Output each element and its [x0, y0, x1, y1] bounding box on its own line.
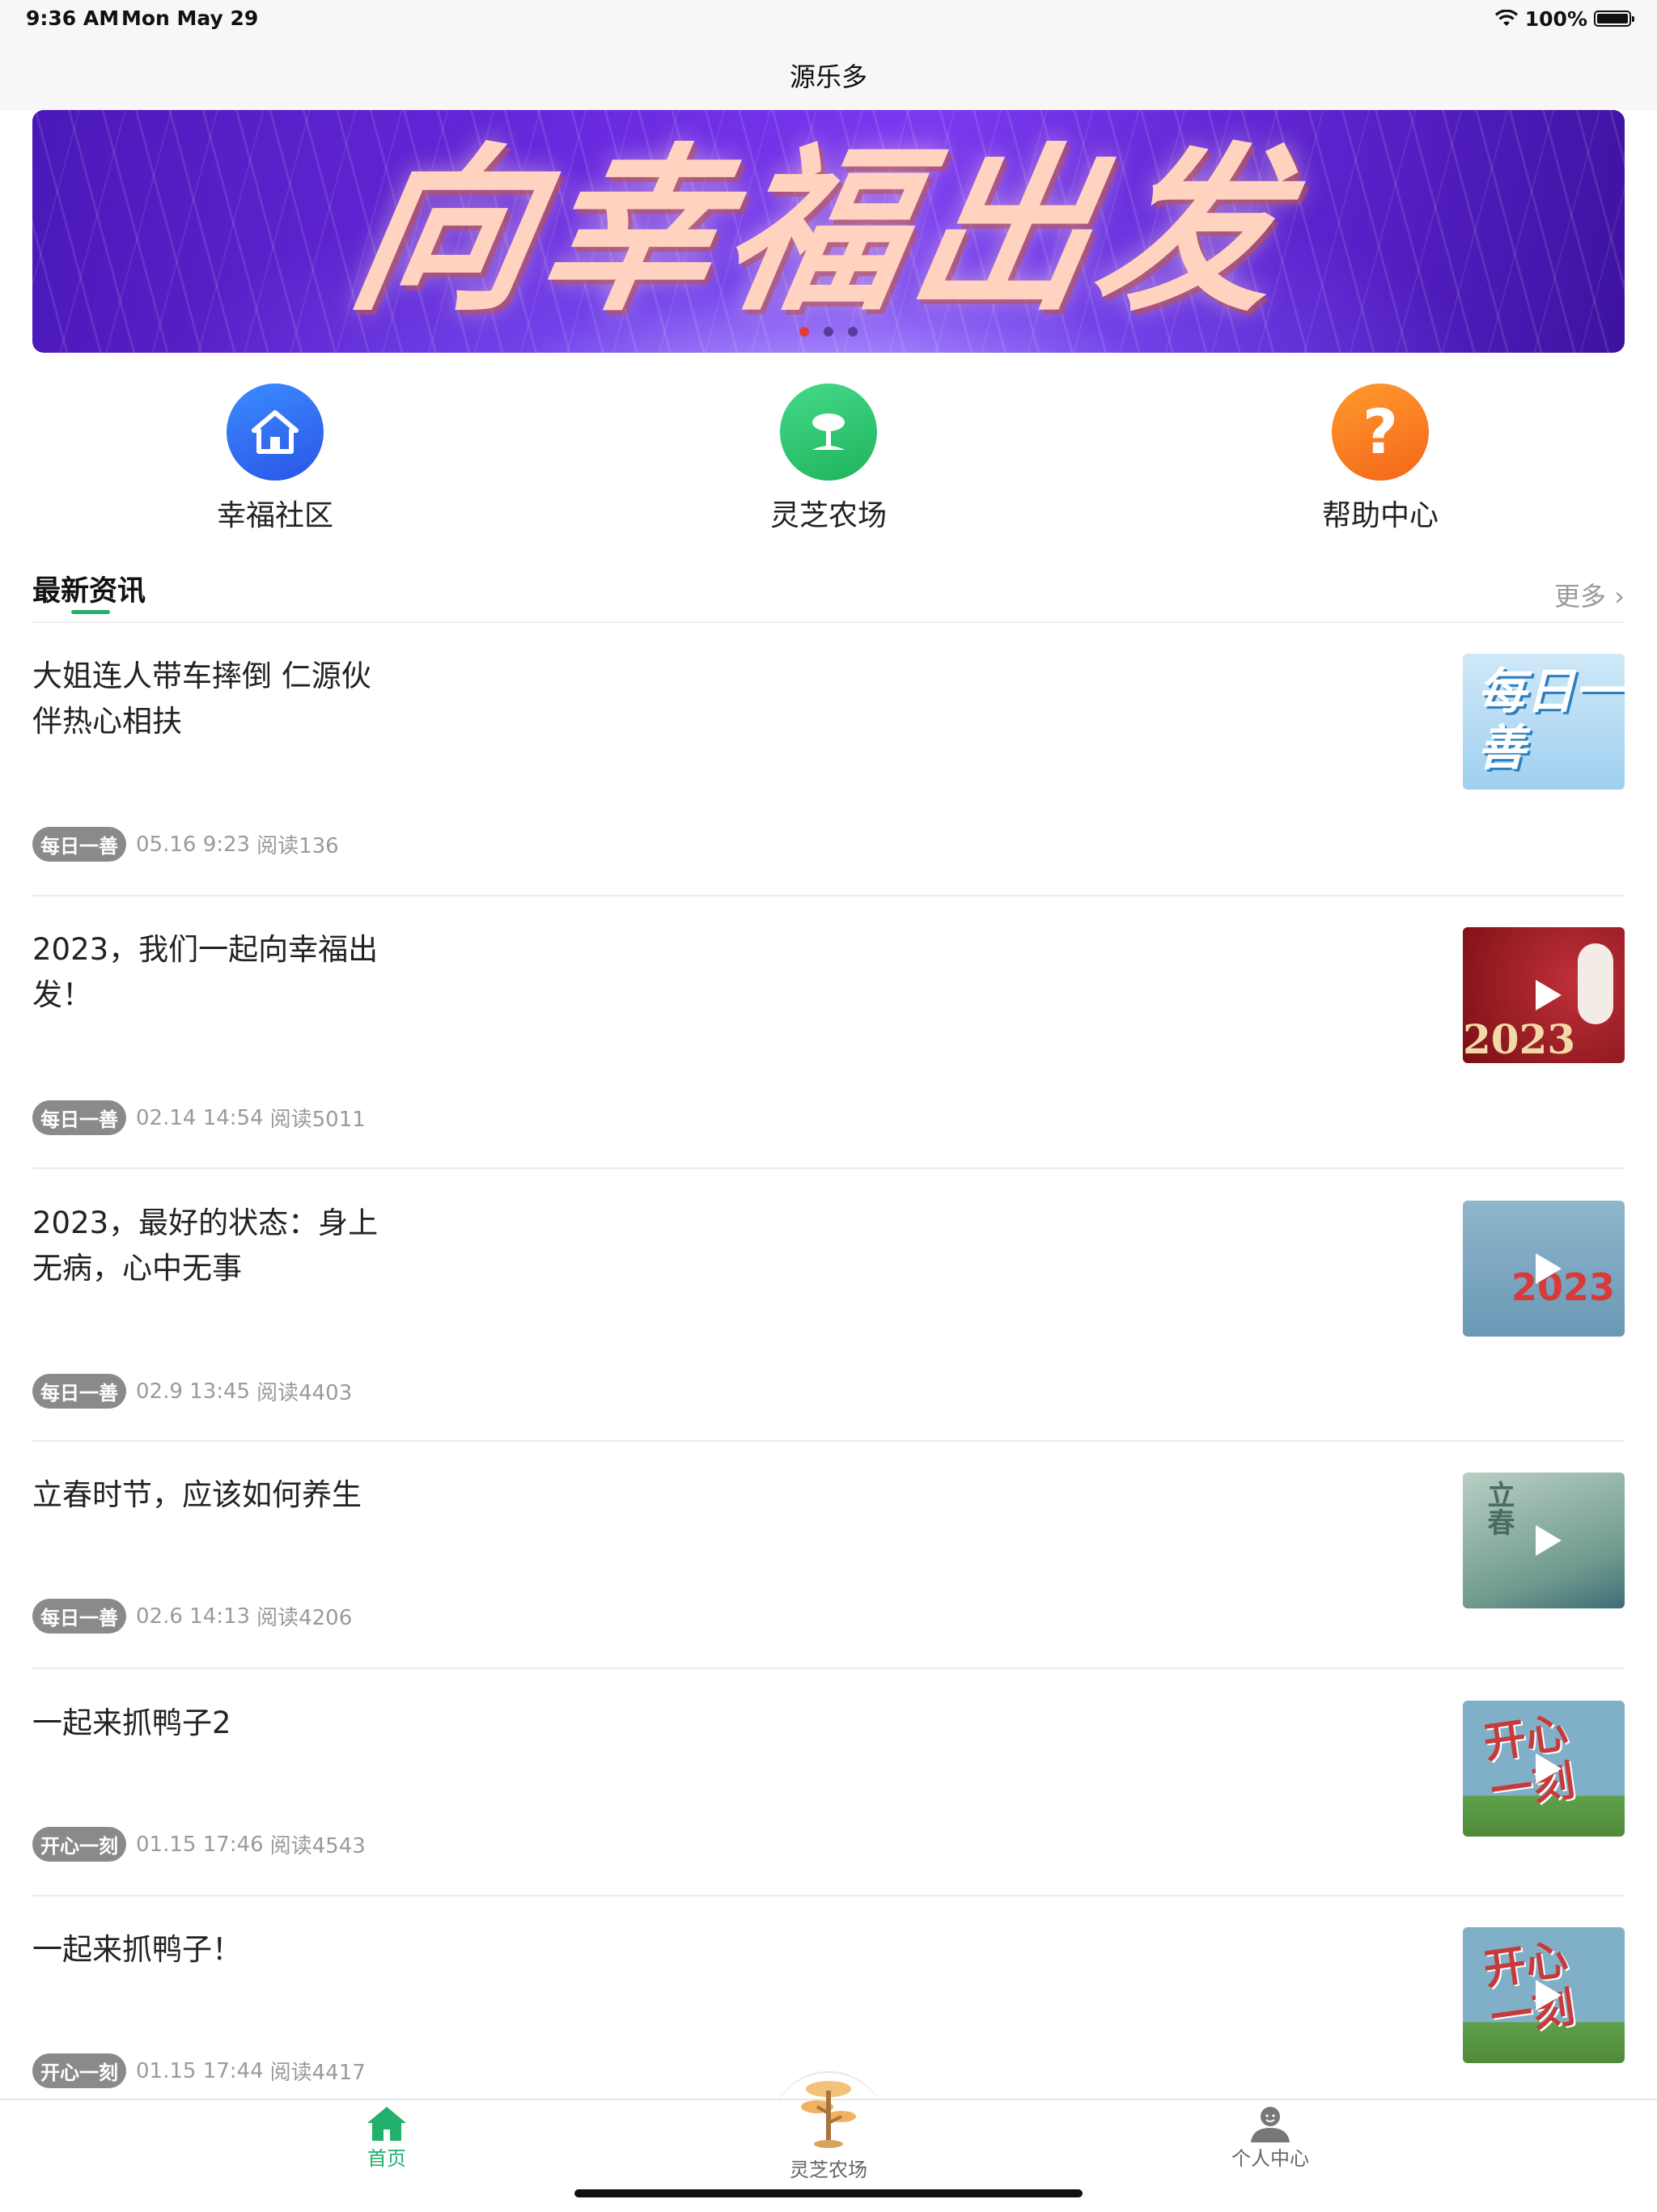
divider	[32, 895, 1625, 896]
news-title: 大姐连人带车摔倒 仁源伙伴热心相扶	[32, 659, 371, 739]
quick-menu-label: 帮助中心	[1321, 499, 1439, 532]
section-underline	[71, 610, 110, 614]
news-meta: 开心一刻 01.15 17:46 阅读4543	[32, 1827, 366, 1862]
home-indicator	[574, 2189, 1083, 2197]
more-link[interactable]: 更多 ›	[1554, 576, 1625, 613]
wifi-icon	[1494, 10, 1518, 26]
tab-label: 首页	[367, 2147, 406, 2170]
chevron-right-icon: ›	[1614, 581, 1625, 612]
quick-menu-community[interactable]: 幸福社区	[170, 383, 380, 534]
news-meta: 每日一善 05.16 9:23 阅读136	[32, 827, 339, 862]
news-date: 05.16 9:23	[136, 832, 251, 857]
status-date: Mon May 29	[121, 6, 259, 30]
section-title: 最新资讯	[32, 575, 146, 608]
news-item[interactable]: 2023，最好的状态：身上无病，心中无事 每日一善 02.9 13:45 阅读4…	[32, 1201, 1625, 1443]
news-title: 一起来抓鸭子！	[32, 1932, 242, 1967]
news-reads: 阅读4403	[256, 1381, 353, 1405]
news-reads: 阅读4417	[269, 2061, 366, 2085]
news-date: 02.6 14:13	[136, 1604, 251, 1629]
quick-menu-label: 幸福社区	[216, 499, 333, 532]
home-icon	[367, 2107, 406, 2141]
news-meta: 开心一刻 01.15 17:44 阅读4417	[32, 2053, 366, 2088]
news-tag: 每日一善	[32, 1599, 126, 1634]
battery-fill	[1597, 14, 1628, 23]
carousel-dots	[32, 327, 1625, 337]
divider	[32, 1167, 1625, 1169]
news-date: 02.9 13:45	[136, 1379, 251, 1404]
status-right: 100%	[1494, 5, 1634, 32]
news-thumbnail: 2023	[1463, 1201, 1625, 1337]
news-meta: 每日一善 02.6 14:13 阅读4206	[32, 1599, 352, 1634]
play-icon[interactable]	[1536, 1253, 1562, 1284]
news-item[interactable]: 大姐连人带车摔倒 仁源伙伴热心相扶 每日一善 05.16 9:23 阅读136 …	[32, 654, 1625, 896]
person-icon	[1251, 2107, 1290, 2142]
banner-carousel[interactable]: 向幸福出发	[32, 110, 1625, 353]
news-item[interactable]: 一起来抓鸭子2 开心一刻 01.15 17:46 阅读4543 开心一刻	[32, 1701, 1625, 1895]
thumb-text: 2023	[1511, 1265, 1616, 1309]
news-tag: 开心一刻	[32, 1827, 126, 1862]
news-title: 一起来抓鸭子2	[32, 1706, 231, 1740]
more-label: 更多	[1554, 581, 1607, 612]
carousel-dot[interactable]	[848, 327, 858, 337]
news-thumbnail: 立春	[1463, 1473, 1625, 1608]
tab-label: 个人中心	[1231, 2147, 1309, 2170]
quick-menu-help[interactable]: ? 帮助中心	[1275, 383, 1485, 534]
tab-home[interactable]: 首页	[338, 2105, 435, 2171]
news-title: 2023，我们一起向幸福出发！	[32, 932, 379, 1012]
carousel-dot[interactable]	[824, 327, 833, 337]
thumb-text: 2023	[1463, 1015, 1576, 1063]
rabbit-figure	[1578, 943, 1613, 1024]
news-thumbnail: 每日一善	[1463, 654, 1625, 790]
divider	[32, 1667, 1625, 1669]
banner-slogan: 向幸福出发	[337, 128, 1305, 335]
home-icon	[227, 383, 324, 481]
battery-percent: 100%	[1524, 6, 1587, 31]
thumb-text: 每日一善	[1477, 663, 1623, 777]
news-item[interactable]: 2023，我们一起向幸福出发！ 每日一善 02.14 14:54 阅读5011 …	[32, 927, 1625, 1170]
divider	[32, 1440, 1625, 1442]
news-reads: 阅读4543	[269, 1834, 366, 1858]
news-reads: 阅读136	[256, 834, 339, 858]
news-reads: 阅读4206	[256, 1606, 353, 1630]
play-icon[interactable]	[1536, 980, 1562, 1011]
question-icon: ?	[1332, 383, 1429, 481]
news-date: 01.15 17:44	[136, 2058, 264, 2083]
divider	[32, 621, 1625, 623]
news-thumbnail: 开心一刻	[1463, 1701, 1625, 1837]
news-meta: 每日一善 02.14 14:54 阅读5011	[32, 1100, 366, 1135]
news-date: 02.14 14:54	[136, 1105, 264, 1130]
tab-profile[interactable]: 个人中心	[1214, 2105, 1327, 2171]
status-time: 9:36 AM	[26, 6, 120, 30]
news-thumbnail: 2023	[1463, 927, 1625, 1063]
news-title: 2023，最好的状态：身上无病，心中无事	[32, 1206, 379, 1286]
battery-icon	[1594, 11, 1634, 27]
news-item[interactable]: 立春时节，应该如何养生 每日一善 02.6 14:13 阅读4206 立春	[32, 1473, 1625, 1667]
carousel-dot[interactable]	[799, 327, 809, 337]
news-tag: 每日一善	[32, 827, 126, 862]
news-tag: 开心一刻	[32, 2053, 126, 2088]
navigation-bar: 源乐多	[0, 39, 1657, 110]
thumb-text: 立春	[1482, 1481, 1515, 1536]
quick-menu-label: 灵芝农场	[769, 499, 887, 532]
tab-label: 灵芝农场	[790, 2159, 867, 2181]
play-icon[interactable]	[1536, 1525, 1562, 1556]
news-title: 立春时节，应该如何养生	[32, 1477, 362, 1512]
page-title: 源乐多	[789, 61, 867, 92]
divider	[32, 1895, 1625, 1896]
tab-farm[interactable]: 灵芝农场	[772, 2076, 885, 2182]
news-reads: 阅读5011	[269, 1108, 366, 1132]
play-icon[interactable]	[1536, 1980, 1562, 2011]
news-date: 01.15 17:46	[136, 1832, 264, 1857]
news-tag: 每日一善	[32, 1374, 126, 1409]
tree-icon	[780, 383, 877, 481]
news-meta: 每日一善 02.9 13:45 阅读4403	[32, 1374, 352, 1409]
news-thumbnail: 开心一刻	[1463, 1927, 1625, 2063]
quick-menu-farm[interactable]: 灵芝农场	[723, 383, 934, 534]
news-tag: 每日一善	[32, 1100, 126, 1135]
ganoderma-tree-icon	[801, 2081, 856, 2148]
status-bar: 9:36 AM Mon May 29 100%	[0, 0, 1657, 39]
play-icon[interactable]	[1536, 1753, 1562, 1784]
